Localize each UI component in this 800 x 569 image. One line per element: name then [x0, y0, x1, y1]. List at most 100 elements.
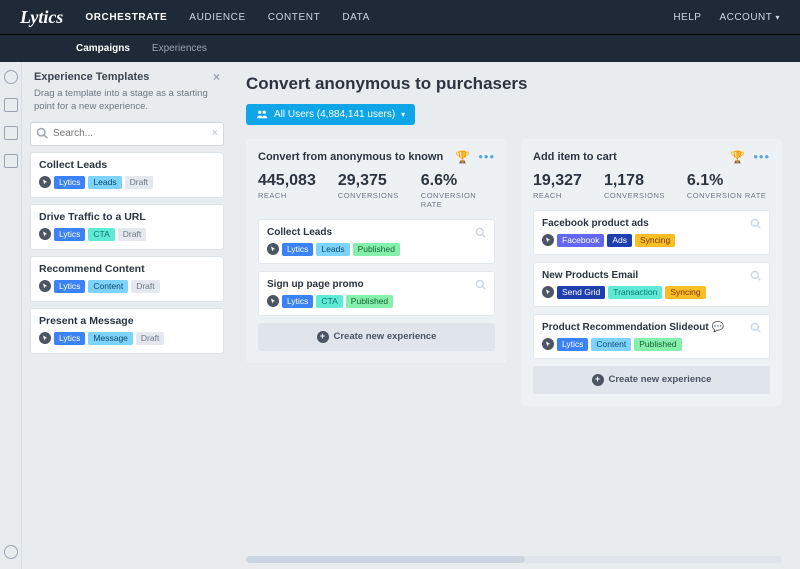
magnify-icon[interactable] — [475, 227, 486, 241]
cursor-icon — [542, 338, 554, 350]
cursor-icon — [39, 332, 51, 344]
more-icon[interactable]: ••• — [753, 149, 770, 164]
tag: CTA — [316, 295, 342, 308]
nav-data[interactable]: DATA — [342, 12, 370, 23]
subbar: Campaigns Experiences — [0, 34, 800, 62]
magnify-icon[interactable] — [750, 218, 761, 232]
nav-orchestrate[interactable]: ORCHESTRATE — [85, 12, 167, 23]
rail-clock-icon[interactable] — [4, 70, 18, 84]
search-input[interactable] — [30, 122, 224, 146]
trophy-icon[interactable]: 🏆 — [730, 150, 745, 164]
trophy-icon[interactable]: 🏆 — [455, 150, 470, 164]
magnify-icon[interactable] — [475, 279, 486, 293]
tag: Published — [353, 243, 400, 256]
subnav-experiences[interactable]: Experiences — [152, 43, 207, 54]
rail-help-icon[interactable] — [4, 545, 18, 559]
close-icon[interactable]: × — [213, 70, 220, 84]
template-title: Recommend Content — [39, 263, 215, 275]
experience-title: Sign up page promo — [267, 279, 486, 290]
subnav-campaigns[interactable]: Campaigns — [76, 43, 130, 54]
stage-card: Add item to cart🏆•••19,327REACH1,178CONV… — [521, 139, 782, 406]
create-experience-button[interactable]: +Create new experience — [258, 323, 495, 351]
stat-label: CONVERSION RATE — [687, 191, 766, 200]
rail-copy-icon[interactable] — [4, 154, 18, 168]
stat-label: REACH — [533, 191, 582, 200]
people-icon — [256, 110, 268, 120]
tag: Content — [591, 338, 631, 351]
panel-help-text: Drag a template into a stage as a starti… — [30, 88, 224, 122]
experience-card[interactable]: Facebook product adsFacebookAdsSyncing — [533, 210, 770, 255]
tag: Lytics — [282, 295, 313, 308]
clear-search-icon[interactable]: × — [212, 127, 218, 139]
plus-icon: + — [592, 374, 604, 386]
topbar-right: HELP ACCOUNT ▾ — [673, 12, 780, 23]
tag: Facebook — [557, 234, 604, 247]
topbar-left: Lytics ORCHESTRATE AUDIENCE CONTENT DATA — [20, 7, 370, 28]
tag: Send Grid — [557, 286, 605, 299]
experience-title: New Products Email — [542, 270, 761, 281]
stat-value: 19,327 — [533, 172, 582, 190]
cursor-icon — [267, 295, 279, 307]
experience-card[interactable]: Collect LeadsLyticsLeadsPublished — [258, 219, 495, 264]
tag: Lytics — [54, 176, 85, 189]
chevron-down-icon: ▾ — [401, 110, 405, 119]
templates-panel: Experience Templates × Drag a template i… — [22, 62, 232, 569]
audience-selector[interactable]: All Users (4,884,141 users) ▾ — [246, 104, 415, 125]
audience-label: All Users (4,884,141 users) — [274, 109, 395, 120]
tag: Draft — [136, 332, 164, 345]
cursor-icon — [39, 280, 51, 292]
tag: Published — [634, 338, 681, 351]
stat-value: 6.6% — [421, 172, 495, 190]
more-icon[interactable]: ••• — [478, 149, 495, 164]
search-icon — [36, 127, 48, 142]
tag: Transaction — [608, 286, 662, 299]
help-link[interactable]: HELP — [673, 12, 701, 23]
horizontal-scrollbar[interactable] — [246, 556, 782, 563]
stat-label: CONVERSIONS — [338, 191, 399, 200]
stat-value: 6.1% — [687, 172, 766, 190]
tag: Lytics — [54, 280, 85, 293]
tag: Content — [88, 280, 128, 293]
cursor-icon — [39, 176, 51, 188]
template-card[interactable]: Present a MessageLyticsMessageDraft — [30, 308, 224, 354]
plus-icon: + — [317, 331, 329, 343]
tag: CTA — [88, 228, 114, 241]
tag: Draft — [118, 228, 146, 241]
chevron-down-icon: ▾ — [775, 13, 780, 22]
magnify-icon[interactable] — [750, 270, 761, 284]
rail-layout-icon[interactable] — [4, 98, 18, 112]
page-title: Convert anonymous to purchasers — [246, 74, 782, 94]
experience-card[interactable]: New Products EmailSend GridTransactionSy… — [533, 262, 770, 307]
experience-card[interactable]: Product Recommendation Slideout💬LyticsCo… — [533, 314, 770, 359]
template-title: Collect Leads — [39, 159, 215, 171]
magnify-icon[interactable] — [750, 322, 761, 336]
topbar: Lytics ORCHESTRATE AUDIENCE CONTENT DATA… — [0, 0, 800, 34]
cursor-icon — [542, 234, 554, 246]
template-card[interactable]: Recommend Content LyticsContentDraft — [30, 256, 224, 302]
tag: Ads — [607, 234, 632, 247]
stat-value: 445,083 — [258, 172, 316, 190]
account-menu[interactable]: ACCOUNT ▾ — [719, 12, 780, 23]
comment-icon: 💬 — [712, 322, 724, 333]
tag: Leads — [316, 243, 349, 256]
create-experience-button[interactable]: + Create new experience — [533, 366, 770, 394]
tag: Lytics — [54, 228, 85, 241]
cursor-icon — [542, 286, 554, 298]
stat-label: CONVERSIONS — [604, 191, 665, 200]
template-card[interactable]: Drive Traffic to a URL LyticsCTA Draft — [30, 204, 224, 250]
experience-card[interactable]: Sign up page promo LyticsCTA Published — [258, 271, 495, 316]
create-label: Create new experience — [609, 374, 712, 385]
template-card[interactable]: Collect LeadsLyticsLeadsDraft — [30, 152, 224, 198]
template-title: Present a Message — [39, 315, 215, 327]
tag: Published — [346, 295, 393, 308]
tag: Draft — [131, 280, 159, 293]
rail-grid-icon[interactable] — [4, 126, 18, 140]
stat-label: REACH — [258, 191, 316, 200]
nav-audience[interactable]: AUDIENCE — [189, 12, 245, 23]
stage-title: Add item to cart — [533, 151, 617, 163]
template-title: Drive Traffic to a URL — [39, 211, 215, 223]
cursor-icon — [39, 228, 51, 240]
stage-title: Convert from anonymous to known — [258, 151, 443, 163]
experience-title: Collect Leads — [267, 227, 486, 238]
nav-content[interactable]: CONTENT — [268, 12, 321, 23]
